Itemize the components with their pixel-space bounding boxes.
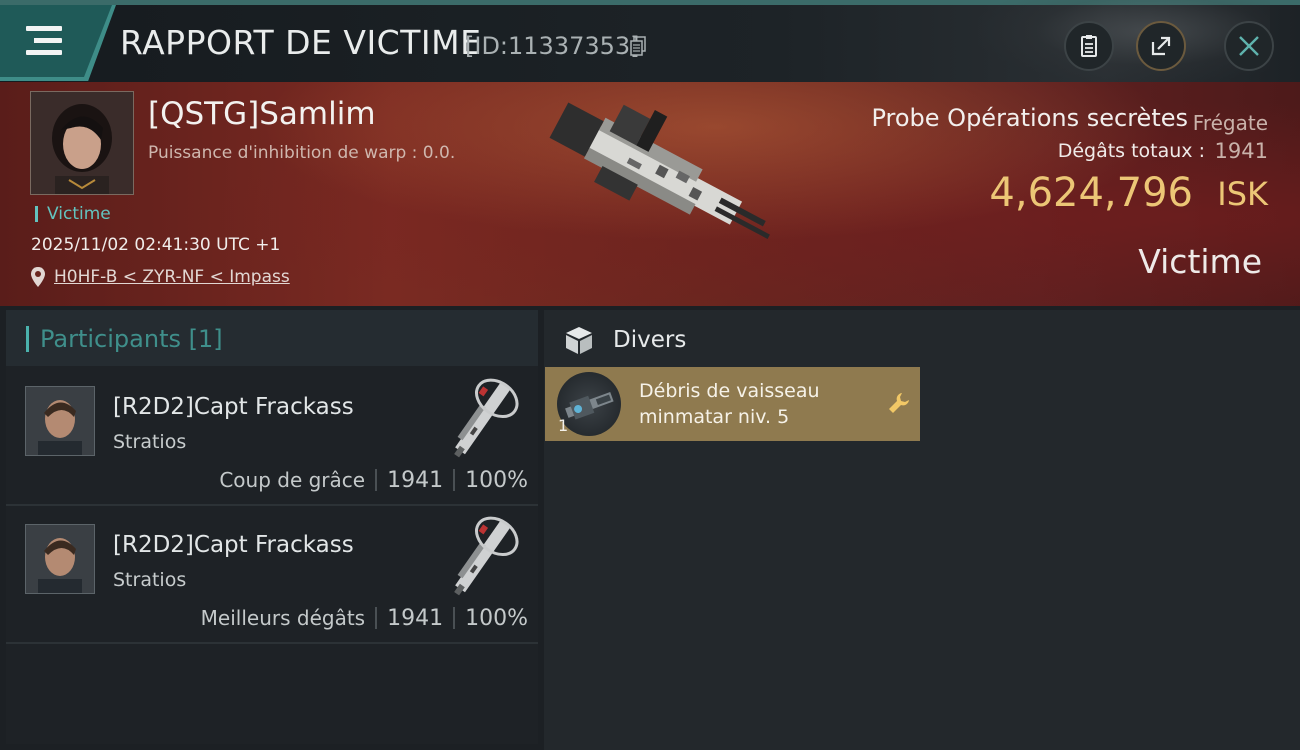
top-damage-label: Meilleurs dégâts — [200, 606, 366, 630]
victim-tag: Victime — [35, 206, 111, 223]
kill-datetime: 2025/11/02 02:41:30 UTC +1 — [31, 235, 281, 255]
isk-unit: ISK — [1217, 175, 1268, 213]
participant-ship: Stratios — [113, 431, 187, 453]
participant-stats: Meilleurs dégâts 1941 100% — [201, 603, 528, 633]
participant-ship-image — [454, 516, 519, 596]
item-card[interactable]: 1 Débris de vaisseau minmatar niv. 5 — [545, 367, 920, 441]
share-icon — [1151, 36, 1171, 56]
menu-button[interactable] — [0, 5, 112, 77]
participants-panel: Participants [1] [R2D2]Capt Frackass Str… — [6, 310, 538, 744]
final-blow-label: Coup de grâce — [219, 468, 366, 492]
victim-ship-image — [549, 102, 770, 239]
total-damage-label: Dégâts totaux : — [1057, 140, 1205, 162]
participant-damage: 1941 — [387, 605, 444, 631]
participant-ship-image — [454, 378, 519, 458]
report-id: [ID:11337353] — [465, 32, 640, 60]
participant-portrait[interactable] — [25, 524, 95, 594]
victim-banner: [QSTG]Samlim Puissance d'inhibition de w… — [0, 82, 1300, 306]
stats-divider — [453, 469, 456, 491]
close-icon — [1239, 36, 1259, 56]
clipboard-button[interactable] — [1064, 21, 1114, 71]
hamburger-menu-icon — [26, 26, 62, 56]
participants-title: Participants [1] — [40, 325, 223, 353]
share-button[interactable] — [1136, 21, 1186, 71]
victim-name[interactable]: [QSTG]Samlim — [148, 96, 376, 132]
location-link[interactable]: H0HF-B < ZYR-NF < Impass — [54, 267, 290, 287]
divers-panel: Divers 1 Débris de vaisseau minmatar niv… — [544, 310, 1300, 750]
participant-row[interactable]: [R2D2]Capt Frackass Stratios Meilleurs d… — [6, 506, 538, 644]
copy-icon[interactable] — [630, 36, 646, 56]
stats-divider — [375, 607, 378, 629]
participant-percent: 100% — [465, 467, 528, 493]
victim-role-label: Victime — [1138, 242, 1262, 281]
total-damage-value: 1941 — [1214, 139, 1268, 163]
cargo-box-icon — [566, 327, 592, 354]
participant-stats: Coup de grâce 1941 100% — [219, 465, 528, 495]
item-name: Débris de vaisseau minmatar niv. 5 — [639, 380, 820, 428]
header-bar: RAPPORT DE VICTIME [ID:11337353] — [0, 0, 1300, 85]
location-pin-icon — [31, 267, 45, 287]
participant-ship: Stratios — [113, 569, 187, 591]
participant-row[interactable]: [R2D2]Capt Frackass Stratios Coup de grâ… — [6, 368, 538, 506]
clipboard-icon — [1081, 35, 1097, 57]
page-title: RAPPORT DE VICTIME — [120, 23, 482, 62]
item-quantity: 1 — [558, 416, 569, 435]
isk-value: 4,624,796 — [989, 170, 1193, 216]
stats-divider — [453, 607, 456, 629]
warp-disruption-text: Puissance d'inhibition de warp : 0.0. — [148, 143, 456, 163]
close-button[interactable] — [1224, 21, 1274, 71]
participants-header[interactable]: Participants [1] — [6, 310, 538, 366]
victim-portrait[interactable] — [30, 91, 134, 195]
victim-ship-name[interactable]: Probe Opérations secrètes — [871, 104, 1188, 132]
participant-name[interactable]: [R2D2]Capt Frackass — [113, 532, 354, 558]
wrench-icon[interactable] — [887, 391, 911, 415]
participant-name[interactable]: [R2D2]Capt Frackass — [113, 394, 354, 420]
participant-damage: 1941 — [387, 467, 444, 493]
stats-divider — [375, 469, 378, 491]
participant-portrait[interactable] — [25, 386, 95, 456]
victim-ship-class: Frégate — [1192, 111, 1268, 135]
participants-header-accent — [26, 326, 29, 352]
divers-title: Divers — [613, 327, 687, 353]
participant-percent: 100% — [465, 605, 528, 631]
